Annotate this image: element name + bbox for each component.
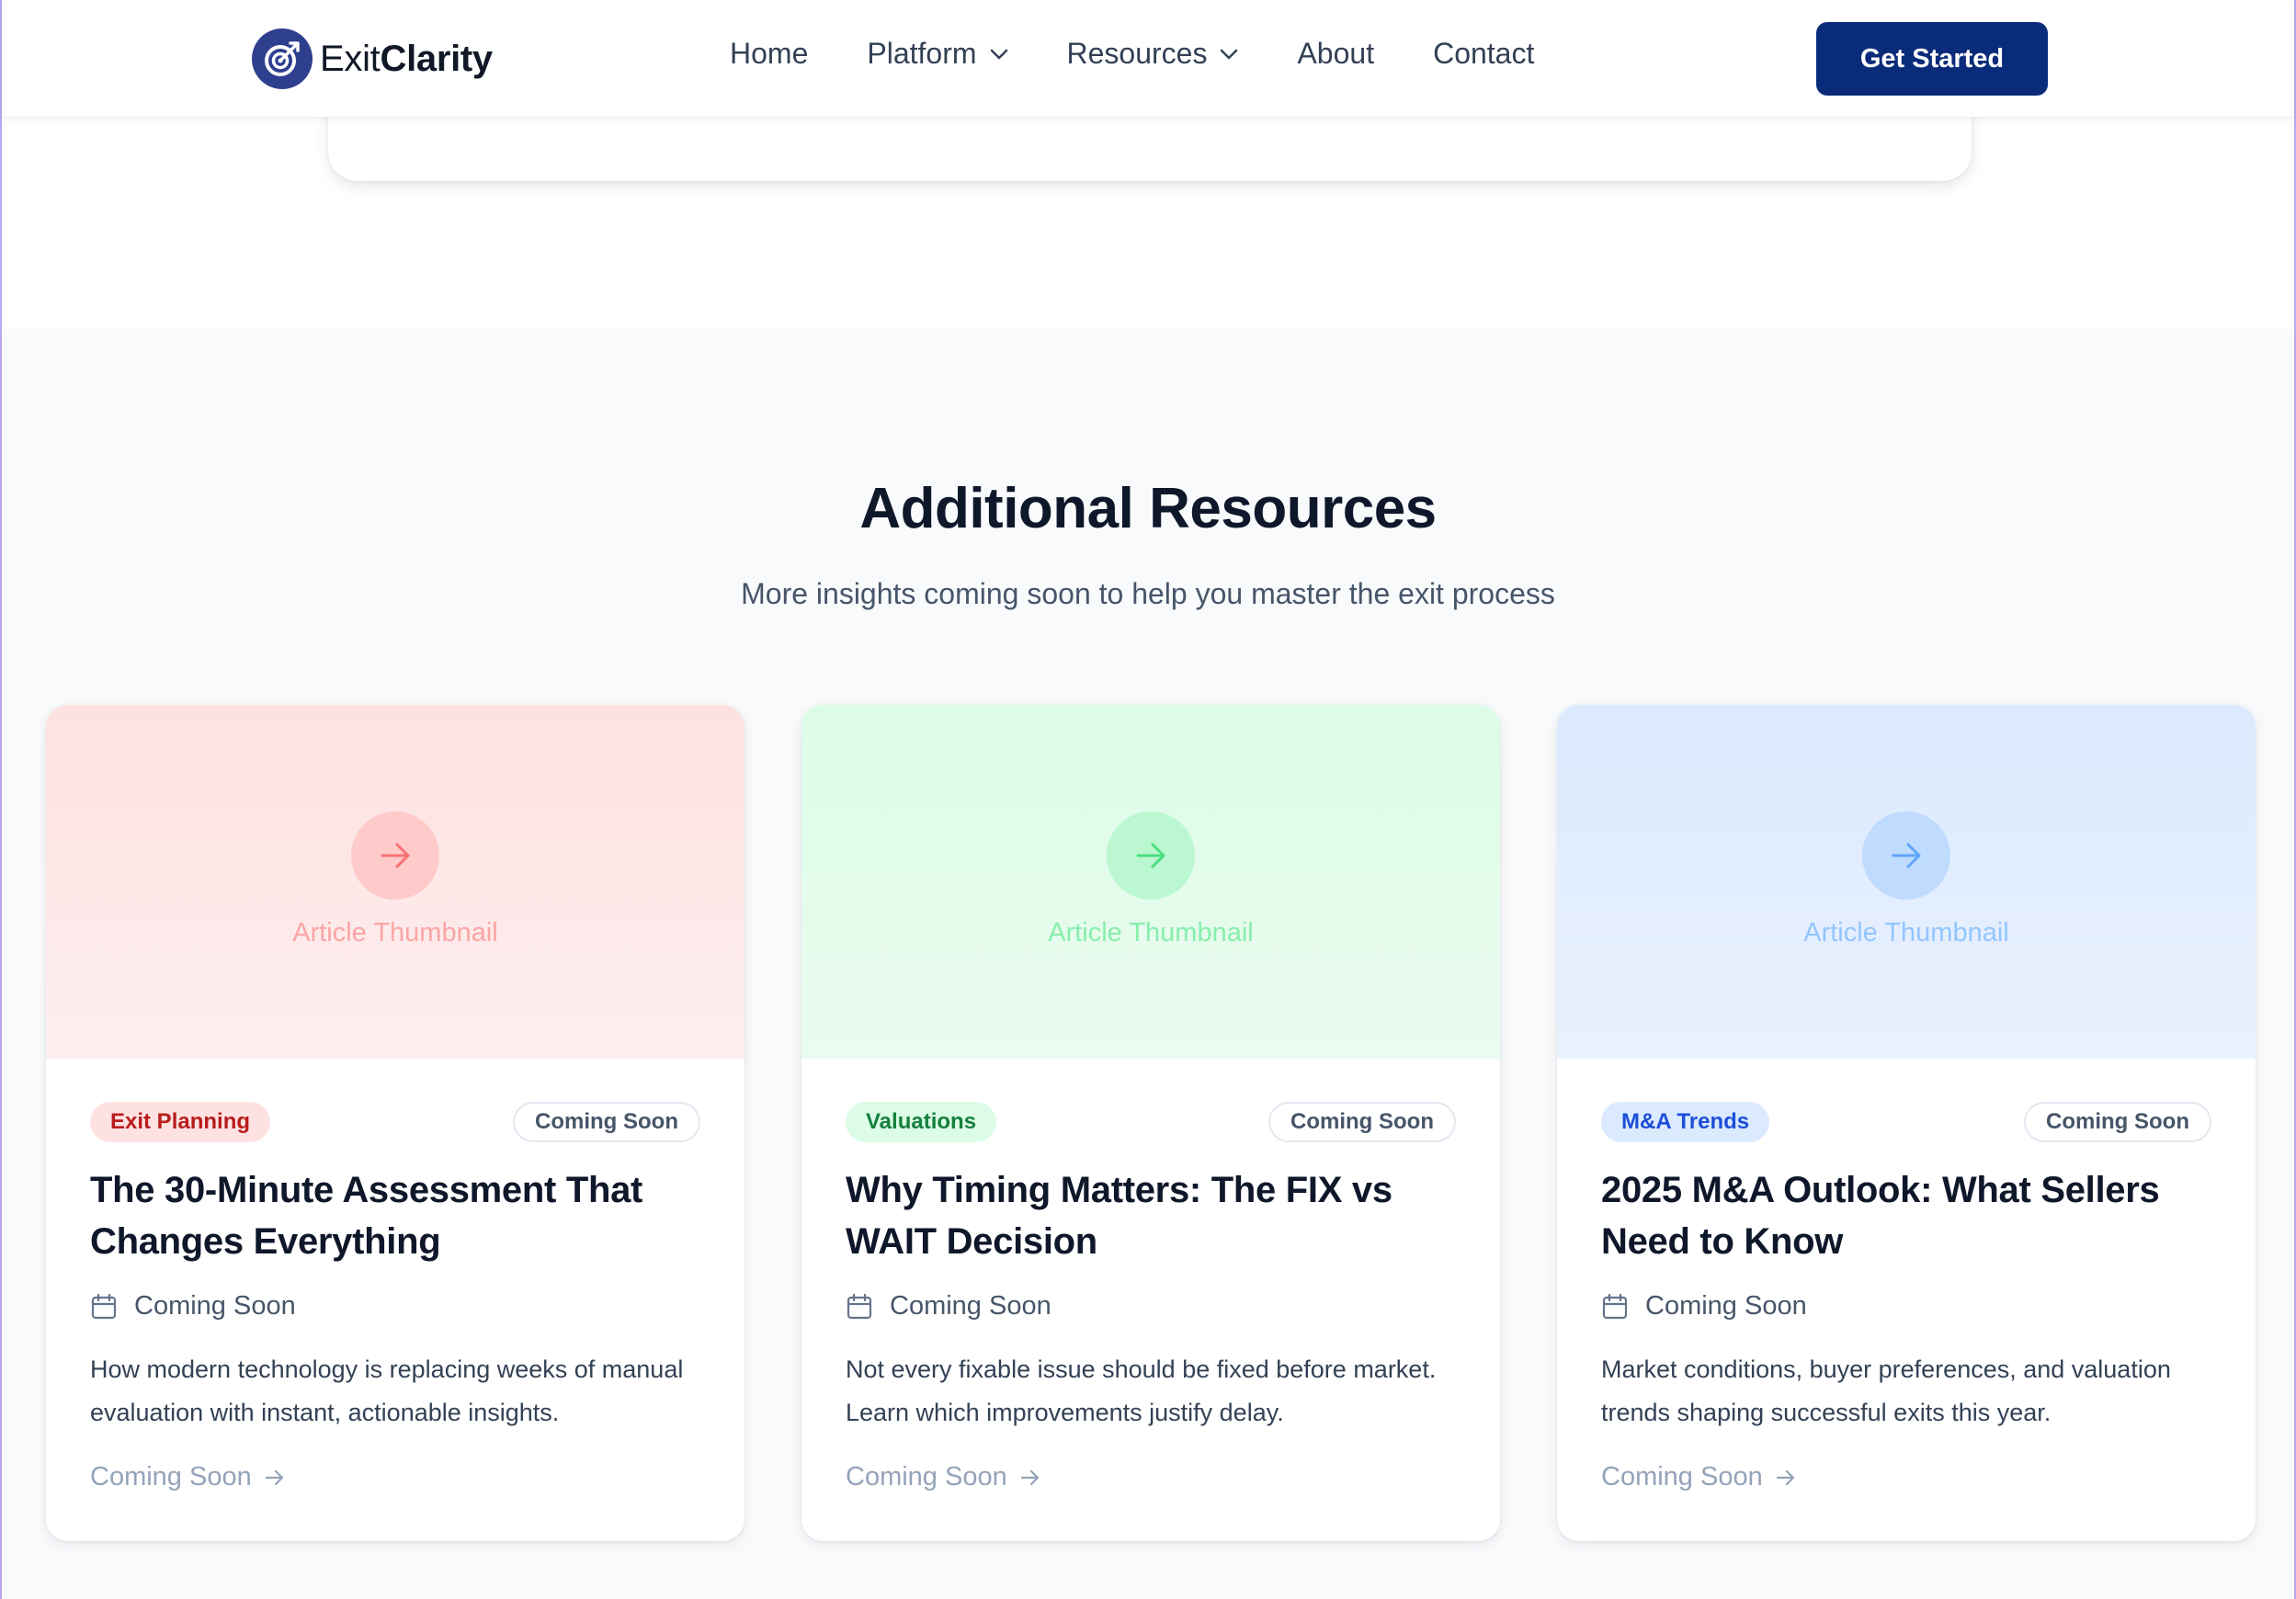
card-title[interactable]: Why Timing Matters: The FIX vs WAIT Deci… [846, 1164, 1471, 1267]
nav-item-about[interactable]: About [1297, 37, 1374, 71]
category-badge: Valuations [846, 1102, 997, 1142]
card-title[interactable]: The 30-Minute Assessment That Changes Ev… [90, 1164, 715, 1267]
date-row: Coming Soon [846, 1291, 1051, 1321]
status-badge: Coming Soon [1268, 1102, 1456, 1142]
card-description: Not every fixable issue should be fixed … [846, 1355, 1437, 1426]
arrow-right-icon [1862, 811, 1950, 900]
resource-card[interactable]: Article Thumbnail Valuations Coming Soon… [801, 705, 1500, 1541]
calendar-icon [847, 1293, 872, 1319]
nav-item-platform[interactable]: Platform [867, 37, 1007, 71]
arrow-right-icon [1020, 1469, 1039, 1485]
nav-item-label: Home [730, 37, 809, 70]
date-row: Coming Soon [90, 1291, 296, 1321]
nav-item-label: Contact [1433, 37, 1535, 70]
date-row: Coming Soon [1601, 1291, 1807, 1321]
category-badge: Exit Planning [90, 1102, 271, 1142]
thumbnail-label: Article Thumbnail [292, 918, 498, 947]
status-badge: Coming Soon [513, 1102, 700, 1142]
resource-card[interactable]: Article Thumbnail M&A Trends Coming Soon… [1557, 705, 2256, 1541]
target-arrow-icon [252, 28, 313, 89]
read-more-link[interactable]: Coming Soon [1601, 1462, 1798, 1492]
status-badge: Coming Soon [2024, 1102, 2211, 1142]
arrow-right-icon [1107, 811, 1195, 900]
date-text: Coming Soon [890, 1291, 1051, 1321]
card-title[interactable]: 2025 M&A Outlook: What Sellers Need to K… [1601, 1164, 2226, 1267]
card-description: Market conditions, buyer preferences, an… [1601, 1355, 2171, 1426]
arrow-right-icon [1776, 1469, 1794, 1485]
nav-item-label: About [1297, 37, 1375, 70]
brand-logo[interactable]: ExitClarity [252, 28, 493, 90]
article-thumbnail: Article Thumbnail [46, 705, 744, 1059]
calendar-icon [91, 1293, 117, 1319]
article-thumbnail: Article Thumbnail [801, 705, 1500, 1059]
calendar-icon [1602, 1293, 1628, 1319]
site-header: ExitClarity Home Platform Resources Abou… [2, 0, 2294, 118]
resource-card[interactable]: Article Thumbnail Exit Planning Coming S… [46, 705, 744, 1541]
category-badge: M&A Trends [1601, 1102, 1770, 1142]
thumbnail-label: Article Thumbnail [1803, 918, 2009, 947]
brand-name: ExitClarity [320, 39, 493, 80]
read-more-link[interactable]: Coming Soon [90, 1462, 287, 1492]
nav-item-label: Resources [1066, 37, 1208, 70]
section-subtitle: More insights coming soon to help you ma… [741, 577, 1555, 610]
arrow-right-icon [265, 1469, 283, 1485]
main-nav: Home Platform Resources About Contact [730, 37, 1534, 71]
read-more-label: Coming Soon [846, 1462, 1007, 1491]
nav-item-home[interactable]: Home [730, 37, 808, 71]
section-title: Additional Resources [859, 477, 1437, 540]
brand-name-bold: Clarity [380, 38, 493, 79]
thumbnail-label: Article Thumbnail [1048, 918, 1254, 947]
chevron-down-icon [1221, 49, 1238, 59]
read-more-label: Coming Soon [1601, 1462, 1763, 1491]
read-more-link[interactable]: Coming Soon [846, 1462, 1042, 1492]
date-text: Coming Soon [134, 1291, 296, 1321]
card-description: How modern technology is replacing weeks… [90, 1355, 684, 1426]
date-text: Coming Soon [1645, 1291, 1807, 1321]
get-started-button[interactable]: Get Started [1816, 22, 2048, 96]
brand-name-regular: Exit [320, 38, 381, 79]
nav-item-label: Platform [867, 37, 977, 70]
article-thumbnail: Article Thumbnail [1557, 705, 2256, 1059]
arrow-right-icon [351, 811, 439, 900]
read-more-label: Coming Soon [90, 1462, 252, 1491]
nav-item-contact[interactable]: Contact [1433, 37, 1534, 71]
nav-item-resources[interactable]: Resources [1067, 37, 1239, 71]
chevron-down-icon [990, 49, 1007, 59]
